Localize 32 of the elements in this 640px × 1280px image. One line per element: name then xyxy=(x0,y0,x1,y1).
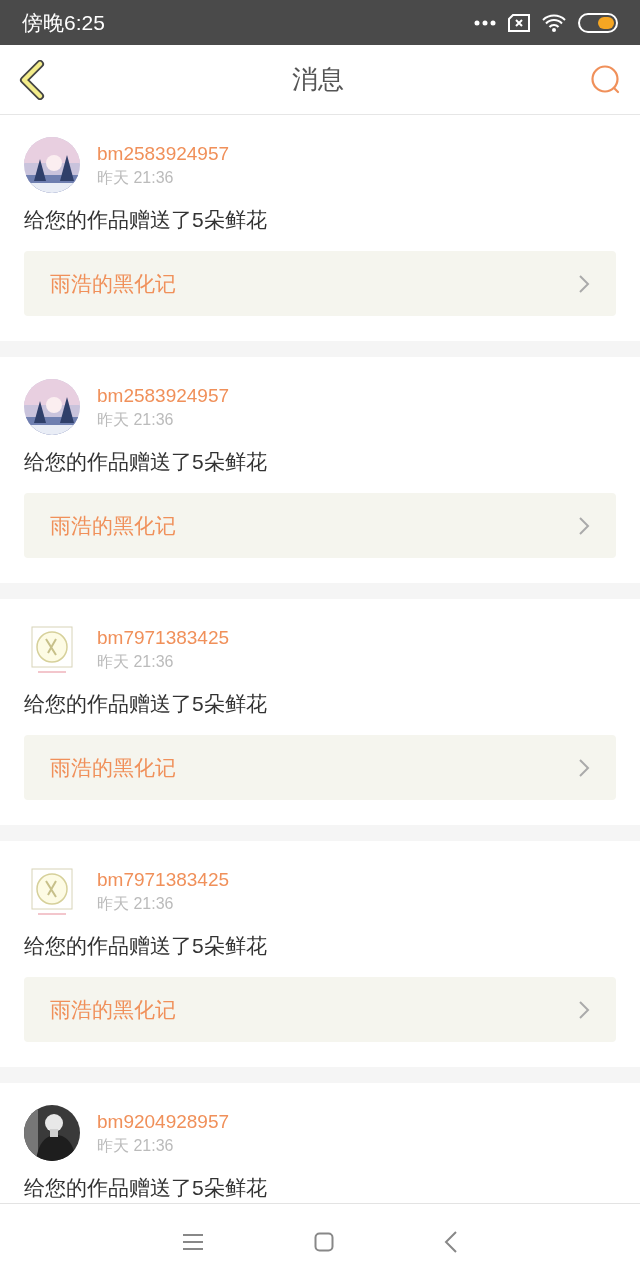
more-icon xyxy=(474,19,496,26)
battery-icon xyxy=(578,12,618,33)
user-name[interactable]: bm7971383425 xyxy=(97,867,230,893)
user-name[interactable]: bm7971383425 xyxy=(97,625,230,651)
user-name[interactable]: bm2583924957 xyxy=(97,141,230,167)
message-text: 给您的作品赠送了5朵鲜花 xyxy=(24,207,268,233)
status-time: 傍晚6:25 xyxy=(22,9,105,36)
page-title: 消息 xyxy=(291,63,345,96)
menu-icon[interactable] xyxy=(182,1233,204,1251)
wifi-icon xyxy=(542,13,566,32)
message-time: 昨天 21:36 xyxy=(97,894,175,914)
sim-card-icon xyxy=(508,13,530,32)
chevron-right-icon xyxy=(578,515,590,536)
message-time: 昨天 21:36 xyxy=(97,168,175,188)
user-name[interactable]: bm2583924957 xyxy=(97,383,230,409)
work-link[interactable]: 雨浩的黑化记 xyxy=(24,251,616,316)
message-text: 给您的作品赠送了5朵鲜花 xyxy=(24,691,268,717)
user-name[interactable]: bm9204928957 xyxy=(97,1109,230,1135)
back-icon[interactable] xyxy=(444,1231,458,1253)
work-link[interactable]: 雨浩的黑化记 xyxy=(24,493,616,558)
message-text: 给您的作品赠送了5朵鲜花 xyxy=(24,1175,268,1201)
message-text: 给您的作品赠送了5朵鲜花 xyxy=(24,449,268,475)
message-time: 昨天 21:36 xyxy=(97,1136,175,1156)
message-time: 昨天 21:36 xyxy=(97,410,175,430)
work-link[interactable]: 雨浩的黑化记 xyxy=(24,977,616,1042)
chevron-right-icon xyxy=(578,757,590,778)
message-time: 昨天 21:36 xyxy=(97,652,175,672)
home-icon[interactable] xyxy=(314,1232,334,1252)
work-link[interactable]: 雨浩的黑化记 xyxy=(24,735,616,800)
chevron-right-icon xyxy=(578,273,590,294)
message-text: 给您的作品赠送了5朵鲜花 xyxy=(24,933,268,959)
chevron-right-icon xyxy=(578,999,590,1020)
